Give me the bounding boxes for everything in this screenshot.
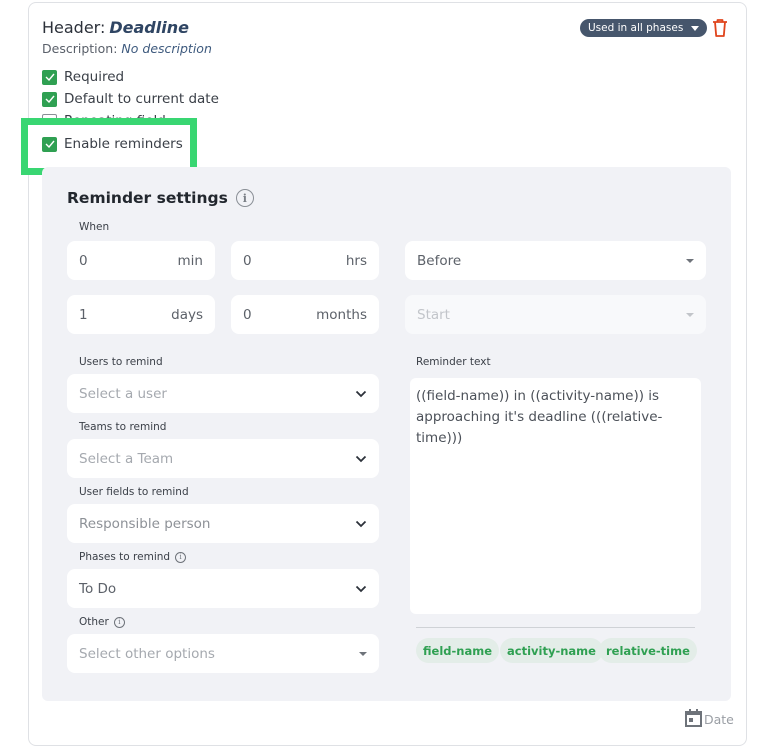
teams-placeholder: Select a Team [79,450,174,467]
phase-usage-dropdown[interactable]: Used in all phases [580,19,708,37]
field-title[interactable]: Deadline [109,18,189,37]
info-icon[interactable]: i [175,551,187,563]
when-label: When [79,221,110,233]
info-icon[interactable]: i [235,189,254,207]
checkbox-checked-icon[interactable] [42,136,57,152]
hours-unit: hrs [345,252,367,269]
description-label: Description: [42,41,118,56]
option-label: Required [64,69,125,85]
checkbox-checked-icon[interactable] [42,91,57,107]
days-unit: days [171,306,203,323]
users-label: Users to remind [79,356,163,368]
caret-down-icon [686,258,694,263]
minutes-unit: min [177,252,203,269]
description-value[interactable]: No description [121,41,211,56]
field-header: Header: Deadline [42,18,189,37]
token-chip-activity-name[interactable]: activity-name [500,638,603,663]
other-select[interactable]: Select other options [67,634,379,673]
user-fields-label: User fields to remind [79,486,189,498]
days-input[interactable]: 1 days [67,295,215,334]
users-select[interactable]: Select a user [67,374,379,413]
user-fields-select[interactable]: Responsible person [67,504,379,543]
minutes-value: 0 [79,252,88,269]
reminder-settings-title: Reminder settings i [67,189,254,207]
chevron-down-icon [355,585,367,592]
hours-input[interactable]: 0 hrs [231,241,379,280]
hours-value: 0 [243,252,252,269]
option-default-current-date[interactable]: Default to current date [42,91,219,107]
reminder-text-label: Reminder text [416,356,491,368]
phases-value: To Do [79,580,117,597]
chevron-down-icon [355,390,367,397]
option-label: Enable reminders [64,136,183,152]
user-fields-value: Responsible person [79,515,211,532]
token-chip-relative-time[interactable]: relative-time [599,638,697,663]
phase-usage-label: Used in all phases [588,22,684,34]
months-unit: months [316,306,367,323]
months-input[interactable]: 0 months [231,295,379,334]
reminder-text-input[interactable]: ((field-name)) in ((activity-name)) is a… [410,378,701,614]
phases-select[interactable]: To Do [67,569,379,608]
header-label: Header: [42,18,106,37]
option-required[interactable]: Required [42,69,124,85]
other-label-text: Other [79,616,109,628]
teams-label: Teams to remind [79,421,167,433]
minutes-input[interactable]: 0 min [67,241,215,280]
caret-down-icon [686,312,694,317]
caret-down-icon [359,651,367,656]
field-description: Description: No description [42,41,212,56]
divider [416,627,695,628]
phases-label-text: Phases to remind [79,551,171,563]
chevron-down-icon [355,455,367,462]
caret-down-icon [691,25,700,31]
users-placeholder: Select a user [79,385,167,402]
phases-label: Phases to remind i [79,551,187,563]
trash-icon[interactable] [711,18,729,38]
field-type-indicator: Date [685,709,734,727]
checkbox-checked-icon[interactable] [42,69,57,85]
info-icon[interactable]: i [113,616,125,628]
reminder-settings-heading: Reminder settings [67,189,228,207]
months-value: 0 [243,306,252,323]
relation-value: Before [417,252,462,269]
calendar-icon [685,709,702,727]
token-chip-field-name[interactable]: field-name [416,638,499,663]
option-label: Default to current date [64,91,219,107]
other-label: Other i [79,616,125,628]
relation-select[interactable]: Before [405,241,706,280]
other-placeholder: Select other options [79,645,215,662]
days-value: 1 [79,306,88,323]
chevron-down-icon [355,520,367,527]
teams-select[interactable]: Select a Team [67,439,379,478]
anchor-select[interactable]: Start [405,295,706,334]
anchor-placeholder: Start [417,306,450,323]
option-enable-reminders[interactable]: Enable reminders [42,136,183,152]
field-type-label: Date [704,712,734,727]
